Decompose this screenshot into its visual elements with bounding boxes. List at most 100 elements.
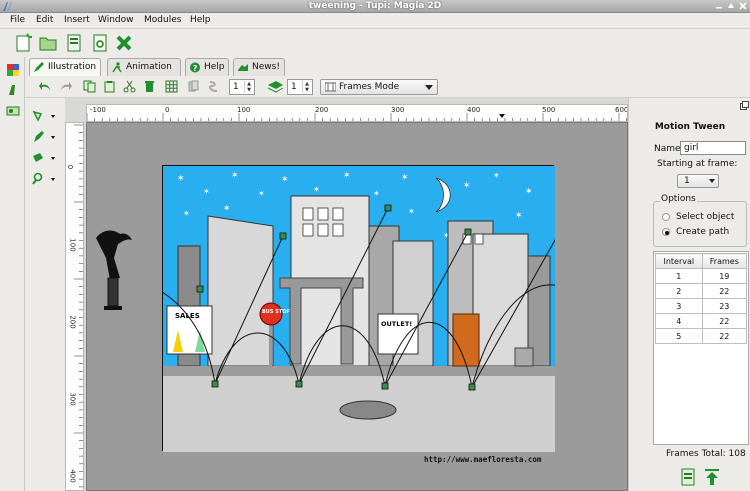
- cut-icon[interactable]: [123, 80, 136, 93]
- svg-text:✶: ✶: [183, 209, 190, 218]
- undo-icon[interactable]: [39, 80, 52, 93]
- main-toolbar: [0, 29, 750, 57]
- close-project-icon[interactable]: [114, 33, 134, 53]
- door: [452, 313, 480, 367]
- horizontal-ruler: -100 0 100 200 300 400 500 600: [86, 104, 628, 122]
- group-icon[interactable]: [187, 80, 200, 93]
- tab-news-label: News!: [252, 62, 280, 72]
- redo-icon[interactable]: [59, 80, 72, 93]
- interval-cell: 5: [655, 328, 703, 344]
- trash-can: [514, 347, 534, 367]
- frames-cell: 22: [701, 313, 748, 329]
- ruler-position-marker: [499, 114, 505, 118]
- spin2-arrows[interactable]: ▲ ▼: [302, 81, 311, 93]
- frames-cell: 19: [701, 268, 748, 284]
- copy-icon[interactable]: [83, 80, 96, 93]
- delete-icon[interactable]: [143, 80, 156, 93]
- svg-text:✶: ✶: [231, 171, 239, 181]
- save-as-icon[interactable]: [90, 33, 110, 53]
- zoom-tool-icon[interactable]: [31, 172, 59, 186]
- onion-skin-icon[interactable]: [267, 80, 284, 93]
- tab-news[interactable]: News!: [233, 58, 285, 76]
- tab-animation[interactable]: Animation: [107, 58, 181, 76]
- svg-text:✶: ✶: [515, 211, 523, 221]
- color-palette-icon[interactable]: [6, 63, 20, 77]
- svg-text:✶: ✶: [281, 175, 289, 185]
- menu-help[interactable]: Help: [190, 15, 211, 25]
- table-row[interactable]: 4 22: [655, 313, 748, 329]
- spin2-value: 1: [291, 82, 297, 92]
- panel-title: Motion Tween: [654, 122, 726, 132]
- mode-combobox[interactable]: Frames Mode: [320, 79, 438, 95]
- table-row[interactable]: 1 19: [655, 268, 748, 284]
- svg-text:✶: ✶: [408, 207, 415, 216]
- interval-cell: 2: [655, 283, 703, 299]
- pen-tool-icon[interactable]: [31, 130, 59, 144]
- undock-icon[interactable]: [740, 101, 749, 110]
- news-icon: [238, 64, 248, 71]
- save-icon[interactable]: [64, 33, 84, 53]
- table-row[interactable]: 5 22: [655, 328, 748, 344]
- start-frame-label: Starting at frame:: [657, 159, 738, 169]
- sales-sign-text: SALES: [175, 312, 200, 320]
- scene-illustration: ✶✶✶ ✶✶✶ ✶✶✶ ✶✶✶ ✶✶✶ ✶✶✶ SALES: [163, 166, 555, 452]
- menu-modules[interactable]: Modules: [144, 15, 181, 25]
- illustration-toolbar: 1 ▲ ▼ 1 ▲ ▼ Frames Mode: [25, 76, 750, 98]
- create-path-radio[interactable]: [662, 228, 670, 236]
- menu-insert[interactable]: Insert: [64, 15, 90, 25]
- grid-icon[interactable]: [165, 80, 178, 93]
- chevron-down-icon: [425, 85, 433, 90]
- save-tween-icon[interactable]: [680, 468, 696, 486]
- open-folder-icon[interactable]: [38, 33, 58, 53]
- svg-text:✶: ✶: [177, 174, 185, 184]
- left-dock: [0, 57, 25, 491]
- hruler-label: 400: [467, 106, 481, 114]
- table-row[interactable]: 3 23: [655, 298, 748, 314]
- svg-text:✶: ✶: [203, 187, 210, 196]
- minimize-icon[interactable]: [715, 2, 723, 10]
- svg-text:✶: ✶: [223, 204, 231, 214]
- hruler-label: 200: [315, 106, 329, 114]
- close-icon[interactable]: [739, 2, 747, 10]
- window-title: tweening - Tupi: Magia 2D: [308, 1, 442, 11]
- menu-edit[interactable]: Edit: [36, 15, 53, 25]
- paste-icon[interactable]: [103, 80, 116, 93]
- svg-text:✶: ✶: [493, 171, 500, 180]
- start-frame-combobox[interactable]: 1: [677, 174, 719, 188]
- selection-tool-icon[interactable]: [31, 109, 59, 123]
- maximize-icon[interactable]: [727, 2, 735, 10]
- tab-bar: Illustration Animation ? Help News!: [25, 57, 750, 76]
- name-field[interactable]: girl: [680, 141, 746, 155]
- menu-file[interactable]: File: [10, 15, 25, 25]
- upload-tween-icon[interactable]: [704, 468, 720, 486]
- vertical-ruler-ticks: [74, 124, 83, 488]
- vertical-ruler: 0 100 200 300 400: [65, 122, 84, 491]
- tab-illustration[interactable]: Illustration: [29, 58, 101, 76]
- select-object-radio[interactable]: [662, 213, 670, 221]
- select-object-label: Select object: [676, 212, 735, 222]
- interval-column-header[interactable]: Interval: [655, 253, 703, 269]
- table-row[interactable]: 2 22: [655, 283, 748, 299]
- options-group: [653, 201, 747, 247]
- frames-column-header[interactable]: Frames: [701, 253, 748, 269]
- onion-skin-next-spinbox[interactable]: 1 ▲ ▼: [287, 79, 313, 95]
- girl-character[interactable]: [92, 228, 134, 318]
- new-project-icon[interactable]: [14, 33, 34, 53]
- spin1-arrows[interactable]: ▲ ▼: [244, 81, 253, 93]
- menu-window[interactable]: Window: [98, 15, 134, 25]
- hruler-label: 100: [237, 106, 251, 114]
- hruler-label: 600: [615, 106, 628, 114]
- fill-tool-icon[interactable]: [31, 151, 59, 165]
- onion-skin-previous-spinbox[interactable]: 1 ▲ ▼: [229, 79, 255, 95]
- vruler-label: 300: [68, 392, 77, 406]
- scene-frame[interactable]: ✶✶✶ ✶✶✶ ✶✶✶ ✶✶✶ ✶✶✶ ✶✶✶ SALES: [162, 165, 555, 452]
- menu-bar: File Edit Insert Window Modules Help: [0, 13, 750, 29]
- svg-text:✶: ✶: [313, 185, 320, 194]
- spin1-value: 1: [233, 82, 239, 92]
- tab-help[interactable]: ? Help: [185, 58, 229, 76]
- interval-cell: 1: [655, 268, 703, 284]
- pen-properties-icon[interactable]: [6, 83, 20, 97]
- sidewalk: [163, 366, 555, 376]
- ungroup-icon[interactable]: [207, 80, 220, 93]
- library-icon[interactable]: [6, 103, 20, 117]
